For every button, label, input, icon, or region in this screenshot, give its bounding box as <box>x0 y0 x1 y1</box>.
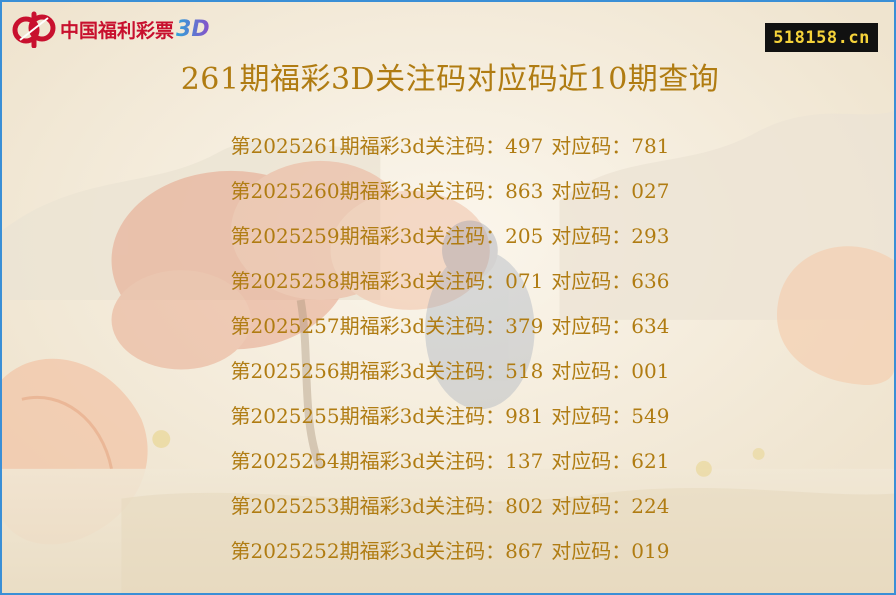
corresponding-code-text: 对应码：019 <box>551 539 670 563</box>
focus-code-text: 第2025261期福彩3d关注码：497 <box>230 134 544 158</box>
focus-code-text: 第2025253期福彩3d关注码：802 <box>230 494 544 518</box>
focus-code-text: 第2025258期福彩3d关注码：071 <box>230 269 544 293</box>
corresponding-code-text: 对应码：636 <box>551 269 670 293</box>
corresponding-code-text: 对应码：634 <box>551 314 670 338</box>
corresponding-code-text: 对应码：781 <box>551 134 670 158</box>
corresponding-code-text: 对应码：621 <box>551 449 670 473</box>
corresponding-code-text: 对应码：549 <box>551 404 670 428</box>
focus-code-text: 第2025260期福彩3d关注码：863 <box>230 179 544 203</box>
logo-text: 中国福利彩票 <box>60 19 175 42</box>
list-item: 第2025260期福彩3d关注码：863 对应码：027 <box>2 167 894 212</box>
list-item: 第2025259期福彩3d关注码：205 对应码：293 <box>2 212 894 257</box>
list-item: 第2025258期福彩3d关注码：071 对应码：636 <box>2 257 894 302</box>
list-item: 第2025254期福彩3d关注码：137 对应码：621 <box>2 437 894 482</box>
lottery-logo: 中国福利彩票 3D <box>12 10 210 48</box>
list-item: 第2025252期福彩3d关注码：867 对应码：019 <box>2 527 894 572</box>
focus-code-text: 第2025259期福彩3d关注码：205 <box>230 224 544 248</box>
page-title: 261期福彩3D关注码对应码近10期查询 <box>180 62 720 97</box>
site-badge: 518158.cn <box>765 23 878 52</box>
list-item: 第2025253期福彩3d关注码：802 对应码：224 <box>2 482 894 527</box>
code-list: 第2025261期福彩3d关注码：497 对应码：781 第2025260期福彩3… <box>2 122 894 572</box>
list-item: 第2025256期福彩3d关注码：518 对应码：001 <box>2 347 894 392</box>
corresponding-code-text: 对应码：224 <box>551 494 670 518</box>
focus-code-text: 第2025252期福彩3d关注码：867 <box>230 539 544 563</box>
lottery-logo-icon <box>12 11 56 48</box>
focus-code-text: 第2025254期福彩3d关注码：137 <box>230 449 544 473</box>
focus-code-text: 第2025257期福彩3d关注码：379 <box>230 314 544 338</box>
focus-code-text: 第2025256期福彩3d关注码：518 <box>230 359 544 383</box>
list-item: 第2025257期福彩3d关注码：379 对应码：634 <box>2 302 894 347</box>
corresponding-code-text: 对应码：293 <box>551 224 670 248</box>
list-item: 第2025261期福彩3d关注码：497 对应码：781 <box>2 122 894 167</box>
poster-frame: 中国福利彩票 3D 518158.cn 261期福彩3D关注码对应码近10期查询… <box>0 0 896 595</box>
focus-code-text: 第2025255期福彩3d关注码：981 <box>230 404 544 428</box>
corresponding-code-text: 对应码：001 <box>551 359 670 383</box>
logo-3d-suffix: 3D <box>176 16 210 42</box>
corresponding-code-text: 对应码：027 <box>551 179 670 203</box>
list-item: 第2025255期福彩3d关注码：981 对应码：549 <box>2 392 894 437</box>
